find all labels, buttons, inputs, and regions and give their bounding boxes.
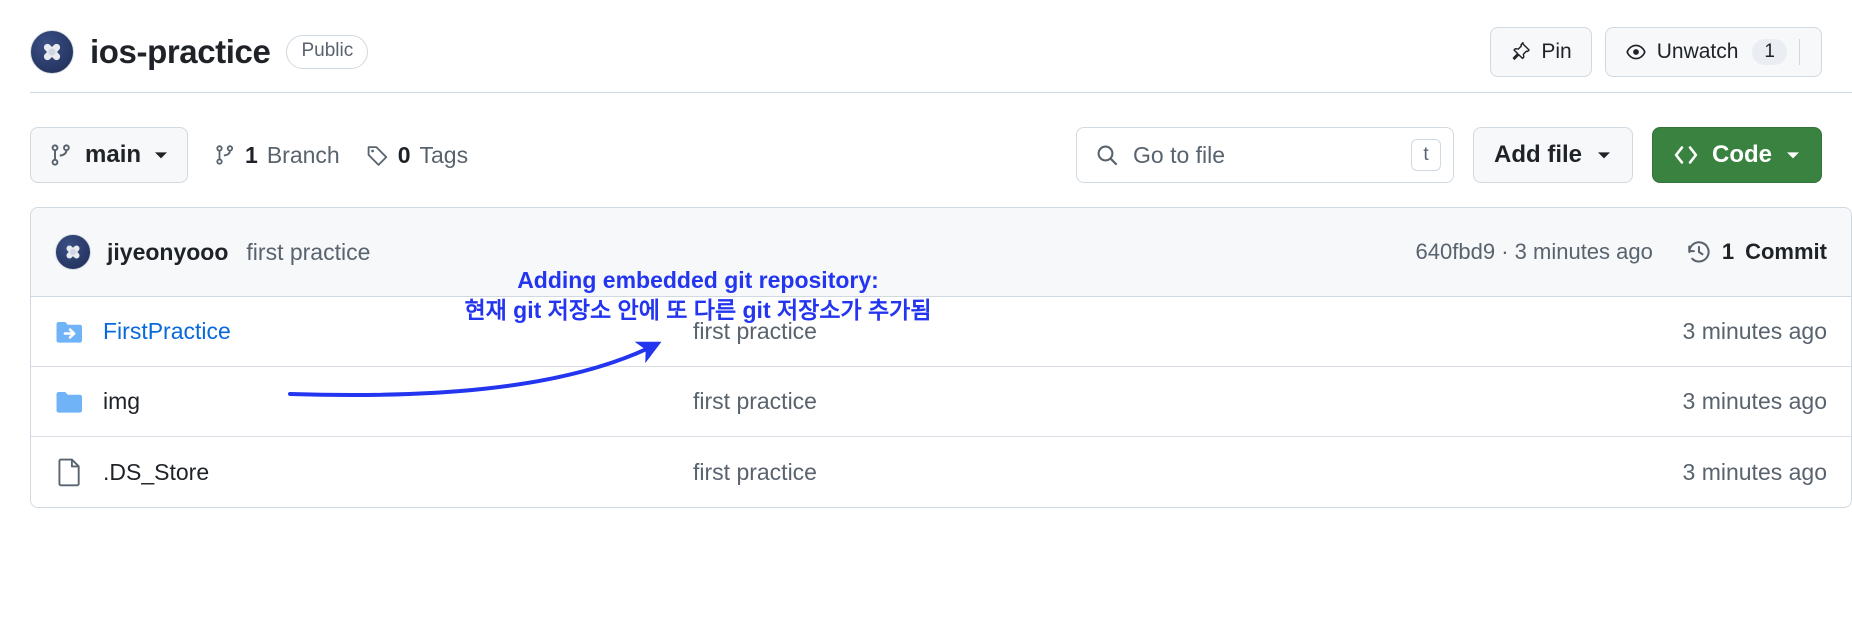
- add-file-label: Add file: [1494, 141, 1582, 168]
- header-actions: Pin Unwatch 1: [1490, 27, 1822, 77]
- chevron-down-icon: [1598, 152, 1610, 159]
- file-name-link[interactable]: img: [103, 388, 693, 415]
- search-input[interactable]: Go to file: [1133, 142, 1411, 169]
- repo-page: ios-practice Public Pin Unwatch 1 main 1…: [0, 0, 1852, 622]
- tag-count-link[interactable]: 0 Tags: [366, 142, 468, 169]
- chevron-down-icon: [155, 152, 168, 159]
- folder-icon: [55, 387, 85, 417]
- commit-sha[interactable]: 640fbd9: [1416, 239, 1496, 264]
- pin-button-label: Pin: [1541, 40, 1572, 63]
- header-divider: [30, 92, 1852, 93]
- code-button[interactable]: Code: [1652, 127, 1822, 183]
- commit-count-link[interactable]: 1 Commit: [1687, 239, 1827, 265]
- pin-icon: [1513, 41, 1531, 60]
- commit-count-value: 1: [1721, 239, 1735, 264]
- branch-name: main: [85, 141, 142, 168]
- divider: [1799, 39, 1800, 65]
- file-commit-message[interactable]: first practice: [693, 318, 1663, 345]
- eye-icon: [1626, 44, 1646, 60]
- commit-relative-time: 3 minutes ago: [1514, 239, 1653, 264]
- commit-count-label: Commit: [1745, 239, 1827, 264]
- commit-meta-group: 640fbd9 · 3 minutes ago 1 Commit: [1416, 239, 1827, 265]
- chevron-down-icon: [1787, 152, 1799, 159]
- code-brackets-icon: [1674, 146, 1698, 164]
- repo-title-group: ios-practice Public: [30, 30, 369, 74]
- git-branch-icon: [51, 144, 70, 166]
- unwatch-button[interactable]: Unwatch 1: [1604, 27, 1822, 77]
- commit-author[interactable]: jiyeonyooo: [107, 239, 228, 266]
- file-commit-message[interactable]: first practice: [693, 388, 1663, 415]
- latest-commit-bar: jiyeonyooo first practice 640fbd9 · 3 mi…: [31, 208, 1851, 297]
- search-icon: [1097, 145, 1118, 166]
- file-commit-message[interactable]: first practice: [693, 459, 1663, 486]
- repo-toolbar: main 1 Branch 0 Tags Go to file t Add fi…: [30, 126, 1822, 184]
- file-commit-time: 3 minutes ago: [1682, 318, 1827, 344]
- table-row[interactable]: FirstPractice first practice 3 minutes a…: [31, 297, 1851, 367]
- file-commit-time: 3 minutes ago: [1682, 388, 1827, 414]
- branch-selector[interactable]: main: [30, 127, 189, 183]
- git-branch-icon: [216, 145, 234, 165]
- repo-header: ios-practice Public Pin Unwatch 1: [0, 0, 1852, 104]
- submodule-folder-icon: [55, 317, 85, 347]
- go-to-file-search[interactable]: Go to file t: [1076, 127, 1454, 183]
- branch-count-link[interactable]: 1 Branch: [214, 142, 340, 169]
- tag-count-label: Tags: [419, 141, 469, 168]
- commit-sha-and-time[interactable]: 640fbd9 · 3 minutes ago: [1416, 239, 1653, 265]
- repo-owner-avatar[interactable]: [30, 30, 74, 74]
- file-icon: [55, 457, 85, 487]
- search-shortcut-badge: t: [1411, 139, 1441, 171]
- code-button-label: Code: [1712, 141, 1772, 168]
- avatar[interactable]: [55, 234, 91, 270]
- file-commit-time: 3 minutes ago: [1682, 458, 1827, 485]
- unwatch-button-label: Unwatch: [1656, 40, 1739, 63]
- commit-message[interactable]: first practice: [246, 239, 370, 266]
- toolbar-right-group: Go to file t Add file Code: [1076, 127, 1822, 183]
- watch-count-badge: 1: [1752, 39, 1787, 65]
- table-row[interactable]: img first practice 3 minutes ago: [31, 367, 1851, 437]
- branch-count-label: Branch: [266, 141, 340, 168]
- page-title[interactable]: ios-practice: [90, 33, 271, 71]
- branch-count-value: 1: [245, 141, 258, 168]
- tag-count-value: 0: [397, 141, 411, 168]
- file-table: jiyeonyooo first practice 640fbd9 · 3 mi…: [30, 207, 1852, 508]
- add-file-button[interactable]: Add file: [1473, 127, 1633, 183]
- history-clock-icon: [1688, 241, 1710, 263]
- visibility-badge: Public: [286, 35, 369, 69]
- file-name-link[interactable]: .DS_Store: [103, 459, 693, 486]
- pin-button[interactable]: Pin: [1490, 27, 1592, 77]
- tag-icon: [367, 145, 387, 166]
- commit-separator: ·: [1501, 239, 1509, 264]
- table-row[interactable]: .DS_Store first practice 3 minutes ago: [31, 437, 1851, 507]
- file-name-link[interactable]: FirstPractice: [103, 318, 693, 345]
